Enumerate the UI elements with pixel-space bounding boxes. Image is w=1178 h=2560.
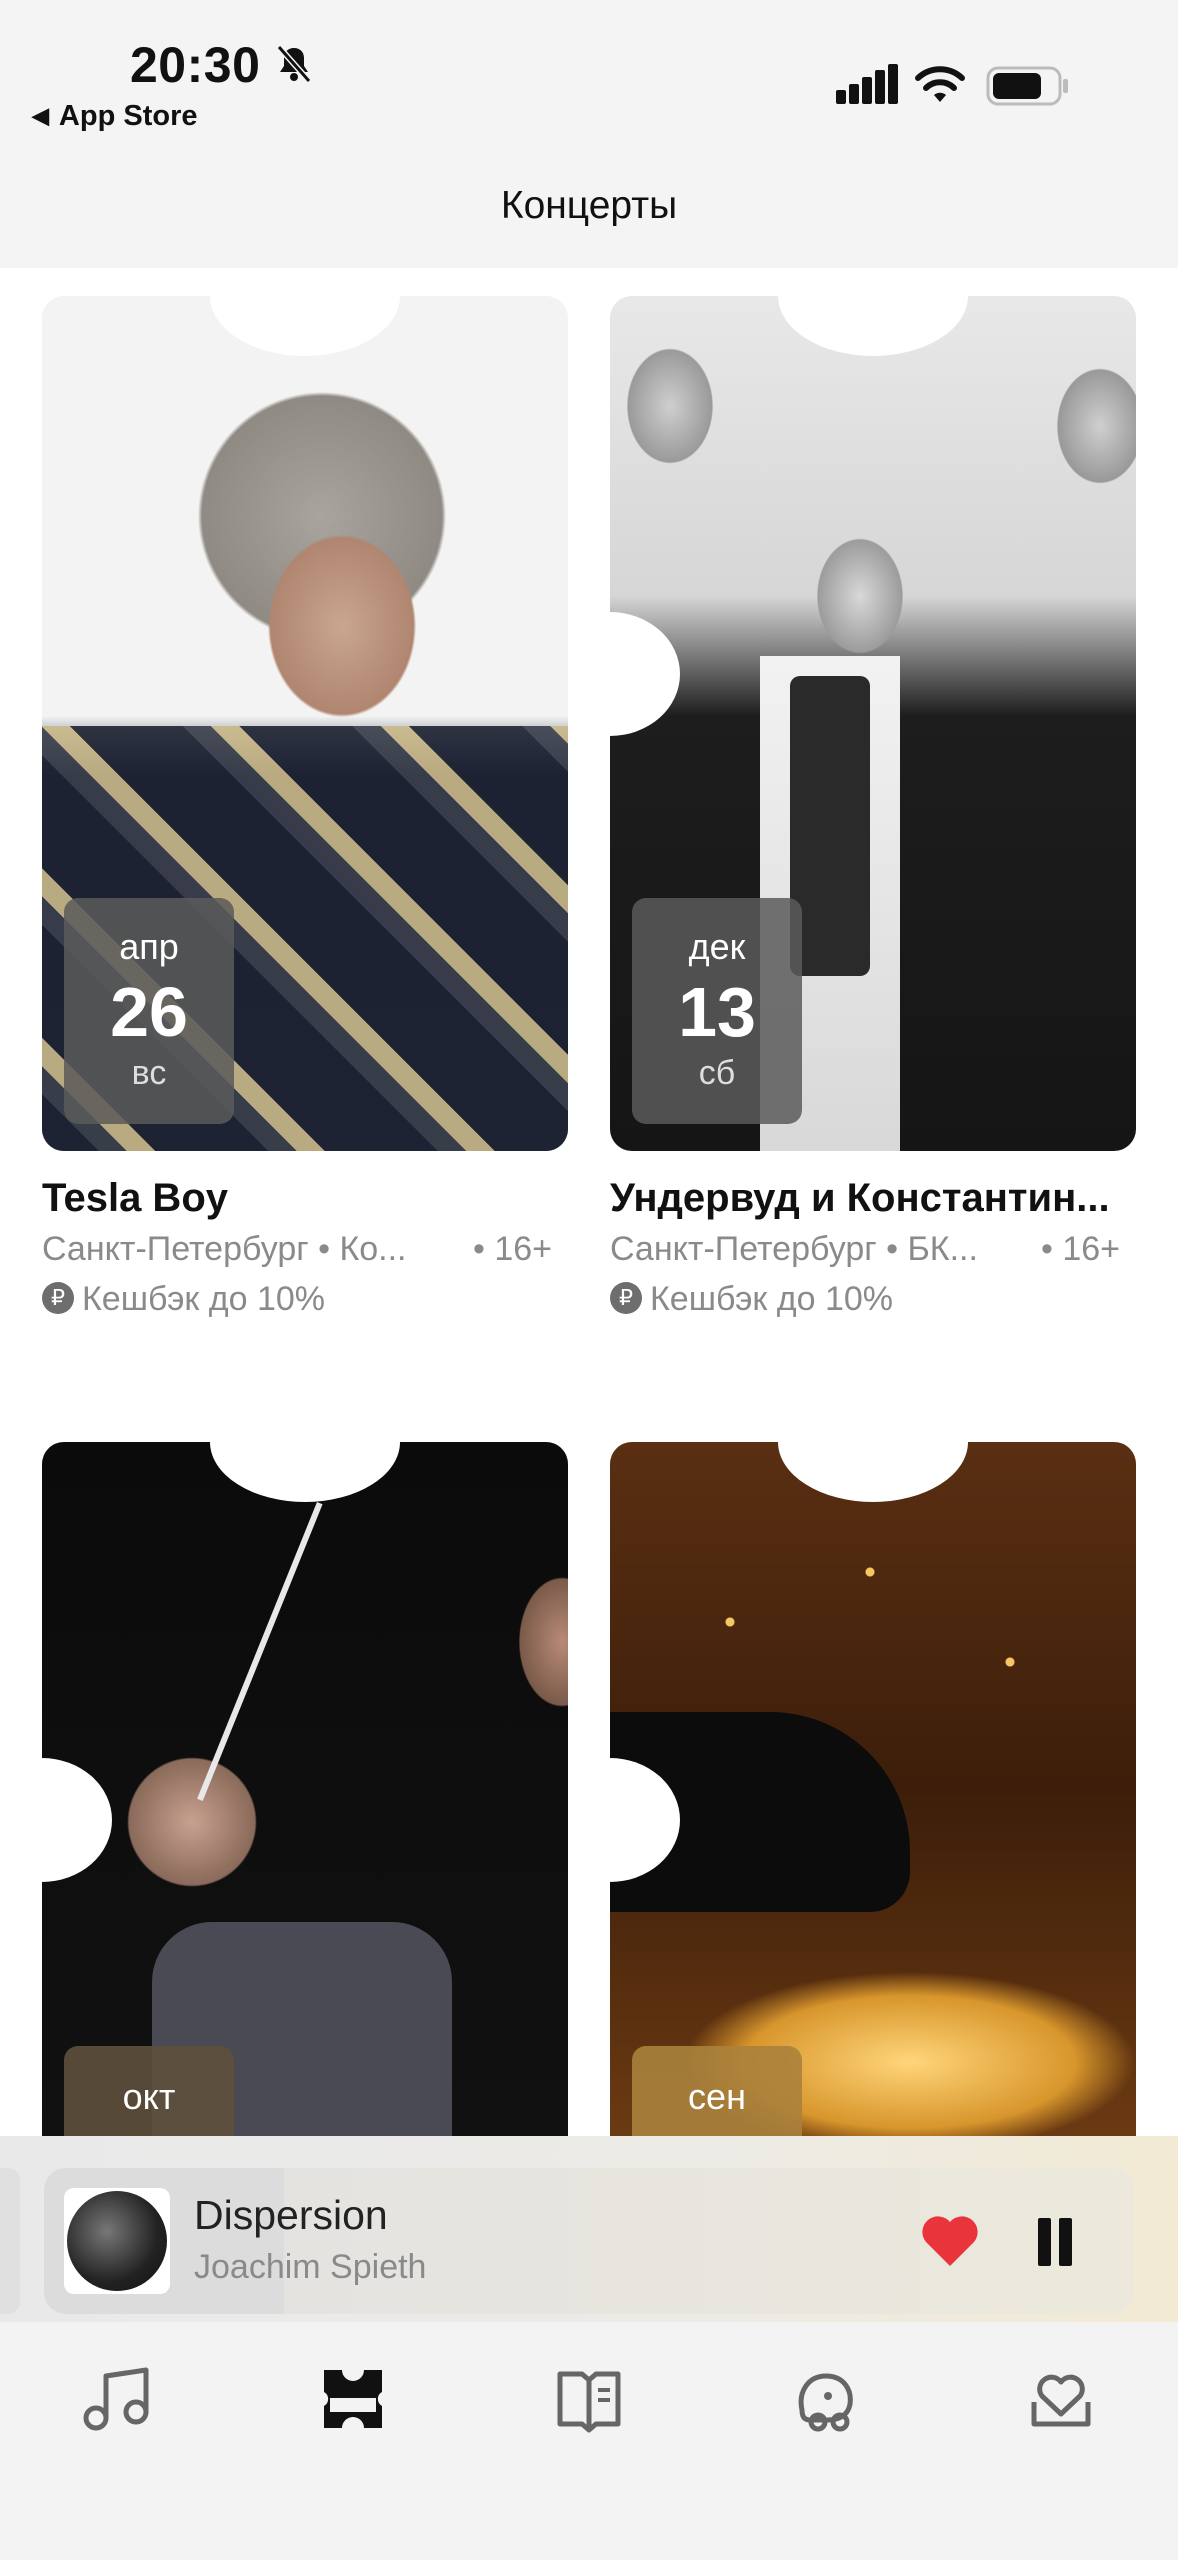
battery-icon [986, 66, 1068, 106]
date-weekday: вс [131, 1054, 167, 1092]
back-label: App Store [58, 100, 198, 132]
status-time: 20:30 [130, 37, 261, 93]
tab-bar [0, 2322, 1178, 2560]
date-month: апр [119, 926, 179, 967]
favorites-heart-icon[interactable] [1024, 2362, 1098, 2436]
mini-player[interactable]: Dispersion Joachim Spieth [44, 2168, 1134, 2314]
cellular-signal-icon [836, 64, 898, 104]
books-icon[interactable] [552, 2362, 626, 2436]
page-title: Концерты [500, 184, 678, 227]
ticket-notch-side [610, 612, 680, 736]
top-bar: 20:30 ◀ App Store Концерты [0, 0, 1178, 268]
event-card[interactable]: окт [42, 1442, 568, 2186]
back-to-app-store[interactable]: ◀ App Store [32, 100, 197, 133]
event-meta: Санкт-Петербург • БК... • 16+ [610, 1230, 1136, 1269]
event-cashback: ₽ Кешбэк до 10% [610, 1280, 893, 1319]
back-triangle-icon: ◀ [32, 103, 49, 128]
bell-muted-icon [276, 45, 312, 83]
ticket-notch-side [42, 1758, 112, 1882]
music-icon[interactable] [80, 2362, 154, 2436]
date-badge: дек 13 сб [632, 898, 802, 1124]
pause-icon[interactable] [1034, 2218, 1076, 2266]
date-month: сен [688, 2076, 746, 2117]
cashback-icon: ₽ [42, 1282, 74, 1315]
date-day: 13 [678, 973, 756, 1051]
wifi-icon [915, 66, 965, 102]
event-location: Санкт-Петербург • БК... [610, 1230, 978, 1268]
date-weekday: сб [698, 1054, 736, 1092]
track-artist: Joachim Spieth [194, 2248, 427, 2286]
event-card[interactable]: дек 13 сб Ундервуд и Константин... Санкт… [610, 296, 1136, 1336]
date-month: окт [122, 2076, 176, 2117]
event-cashback: ₽ Кешбэк до 10% [42, 1280, 325, 1319]
event-title: Ундервуд и Константин... [610, 1176, 1110, 1220]
track-title: Dispersion [194, 2192, 388, 2238]
event-age: • 16+ [472, 1230, 552, 1268]
ticket-notch [778, 296, 968, 356]
event-card[interactable]: сен [610, 1442, 1136, 2186]
date-month: дек [688, 926, 746, 967]
event-title: Tesla Boy [42, 1176, 228, 1220]
like-heart-icon[interactable] [920, 2212, 980, 2268]
event-meta: Санкт-Петербург • Ко... • 16+ [42, 1230, 568, 1269]
track-cover [64, 2188, 170, 2294]
ticket-notch [210, 296, 400, 356]
event-image [610, 1442, 1136, 2136]
date-day: 26 [110, 973, 188, 1051]
event-age: • 16+ [1040, 1230, 1120, 1268]
event-image [42, 1442, 568, 2136]
cashback-label: Кешбэк до 10% [82, 1280, 325, 1318]
event-location: Санкт-Петербург • Ко... [42, 1230, 407, 1268]
cashback-label: Кешбэк до 10% [650, 1280, 893, 1318]
ticket-notch [210, 1442, 400, 1502]
player-carousel-edge [0, 2168, 20, 2314]
ticket-notch [778, 1442, 968, 1502]
date-badge: апр 26 вс [64, 898, 234, 1124]
tickets-icon[interactable] [316, 2362, 390, 2436]
cashback-icon: ₽ [610, 1282, 642, 1315]
kids-icon[interactable] [788, 2362, 862, 2436]
event-card[interactable]: апр 26 вс Tesla Boy Санкт-Петербург • Ко… [42, 296, 568, 1336]
